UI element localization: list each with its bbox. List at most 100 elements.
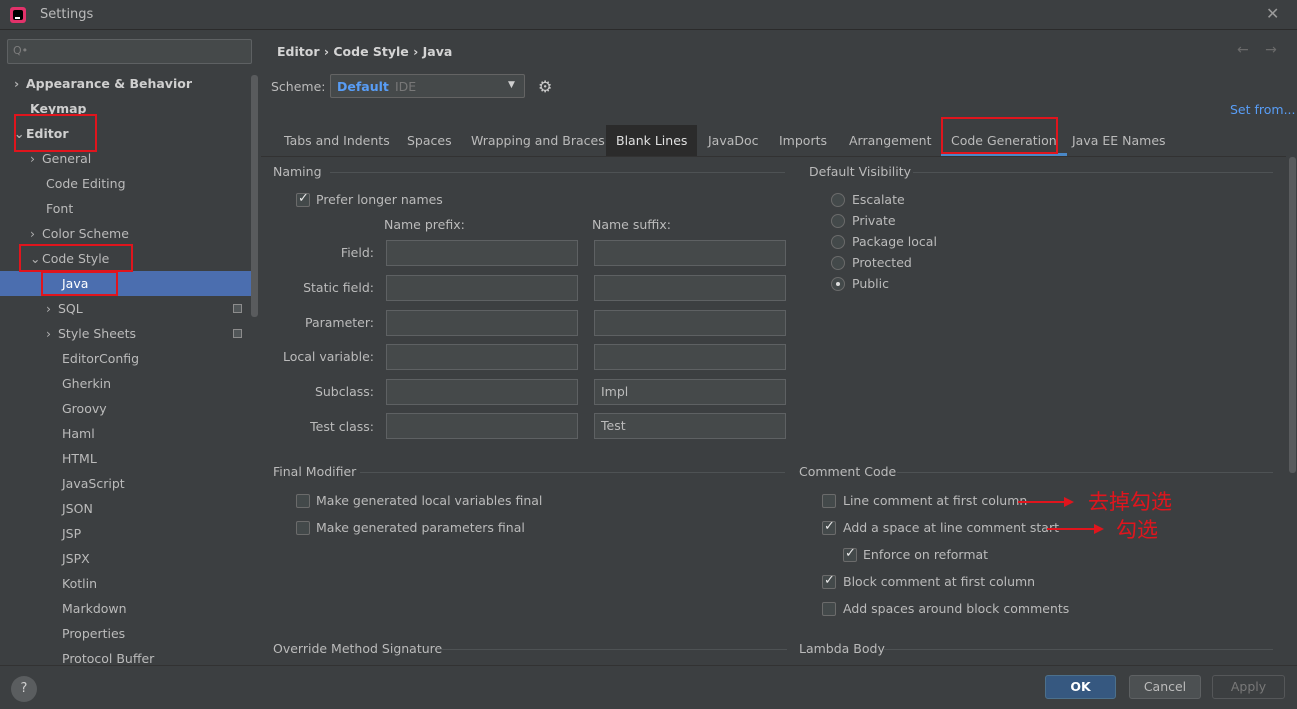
static-field-label: Static field: bbox=[303, 280, 374, 295]
sidebar-item-jsp[interactable]: JSP bbox=[0, 521, 259, 546]
tab-code-generation[interactable]: Code Generation bbox=[941, 125, 1067, 156]
visibility-escalate-label: Escalate bbox=[852, 192, 905, 207]
local-variable-prefix-input[interactable] bbox=[386, 344, 578, 370]
name-suffix-header: Name suffix: bbox=[592, 217, 671, 232]
annotation-arrowhead bbox=[1064, 497, 1074, 507]
sidebar-item-java[interactable]: Java bbox=[0, 271, 251, 296]
subclass-suffix-input[interactable]: Impl bbox=[594, 379, 786, 405]
sidebar-item-properties[interactable]: Properties bbox=[0, 621, 259, 646]
subclass-label: Subclass: bbox=[314, 384, 374, 399]
scheme-label: Scheme: bbox=[271, 79, 326, 94]
chevron-down-icon: ⌄ bbox=[30, 251, 41, 266]
sidebar-scrollbar[interactable] bbox=[251, 75, 258, 317]
sidebar-item-keymap[interactable]: Keymap bbox=[0, 96, 259, 121]
content-scrollbar[interactable] bbox=[1289, 157, 1296, 473]
sidebar-item-code-style[interactable]: ⌄ Code Style bbox=[0, 246, 259, 271]
sidebar-item-kotlin[interactable]: Kotlin bbox=[0, 571, 259, 596]
sidebar-item-markdown[interactable]: Markdown bbox=[0, 596, 259, 621]
parameter-label: Parameter: bbox=[304, 315, 374, 330]
field-suffix-input[interactable] bbox=[594, 240, 786, 266]
divider bbox=[437, 649, 787, 650]
divider bbox=[897, 472, 1273, 473]
add-space-line-comment-checkbox[interactable] bbox=[822, 519, 836, 535]
sidebar-item-general[interactable]: › General bbox=[0, 146, 259, 171]
ok-button[interactable]: OK bbox=[1045, 675, 1116, 699]
final-local-variables-checkbox[interactable] bbox=[296, 494, 310, 508]
set-from-link[interactable]: Set from... bbox=[1230, 102, 1296, 117]
divider bbox=[884, 649, 1273, 650]
close-icon[interactable]: ✕ bbox=[1266, 4, 1279, 23]
sidebar-item-javascript[interactable]: JavaScript bbox=[0, 471, 259, 496]
static-field-prefix-input[interactable] bbox=[386, 275, 578, 301]
line-comment-first-column-label: Line comment at first column bbox=[843, 493, 1028, 508]
visibility-public-label: Public bbox=[852, 276, 889, 291]
tab-tabs-and-indents[interactable]: Tabs and Indents bbox=[274, 125, 400, 156]
field-prefix-input[interactable] bbox=[386, 240, 578, 266]
scheme-dropdown[interactable]: Default IDE ▼ bbox=[330, 74, 525, 98]
tab-imports[interactable]: Imports bbox=[769, 125, 837, 156]
sidebar-item-color-scheme[interactable]: › Color Scheme bbox=[0, 221, 259, 246]
enforce-on-reformat-checkbox[interactable] bbox=[843, 546, 857, 562]
test-class-prefix-input[interactable] bbox=[386, 413, 578, 439]
tab-arrangement[interactable]: Arrangement bbox=[839, 125, 942, 156]
window-title: Settings bbox=[40, 7, 94, 22]
prefer-longer-names-checkbox[interactable] bbox=[296, 191, 310, 207]
project-scope-icon bbox=[233, 304, 242, 313]
visibility-protected-radio[interactable] bbox=[831, 256, 845, 270]
tab-java-ee-names[interactable]: Java EE Names bbox=[1062, 125, 1176, 156]
parameter-suffix-input[interactable] bbox=[594, 310, 786, 336]
cancel-button[interactable]: Cancel bbox=[1129, 675, 1201, 699]
sidebar-item-code-editing[interactable]: Code Editing bbox=[0, 171, 259, 196]
field-label: Field: bbox=[340, 245, 374, 260]
tab-spaces[interactable]: Spaces bbox=[397, 125, 462, 156]
sidebar-item-appearance-behavior[interactable]: › Appearance & Behavior bbox=[0, 71, 259, 96]
sidebar-item-jspx[interactable]: JSPX bbox=[0, 546, 259, 571]
final-parameters-checkbox[interactable] bbox=[296, 521, 310, 535]
chevron-down-icon: ⌄ bbox=[14, 126, 25, 141]
visibility-escalate-radio[interactable] bbox=[831, 193, 845, 207]
chevron-right-icon: › bbox=[30, 226, 35, 241]
test-class-label: Test class: bbox=[310, 419, 374, 434]
parameter-prefix-input[interactable] bbox=[386, 310, 578, 336]
tab-javadoc[interactable]: JavaDoc bbox=[698, 125, 769, 156]
sidebar-item-editor[interactable]: ⌄ Editor bbox=[0, 121, 259, 146]
visibility-package-local-radio[interactable] bbox=[831, 235, 845, 249]
subclass-prefix-input[interactable] bbox=[386, 379, 578, 405]
section-title-naming: Naming bbox=[273, 164, 322, 179]
chevron-right-icon: › bbox=[30, 151, 35, 166]
final-parameters-label: Make generated parameters final bbox=[316, 520, 525, 535]
spaces-around-block-comments-checkbox[interactable] bbox=[822, 602, 836, 616]
section-title-comment-code: Comment Code bbox=[799, 464, 897, 479]
section-title-override-method: Override Method Signature bbox=[273, 641, 443, 656]
sidebar-item-json[interactable]: JSON bbox=[0, 496, 259, 521]
sidebar-item-groovy[interactable]: Groovy bbox=[0, 396, 259, 421]
apply-button[interactable]: Apply bbox=[1212, 675, 1285, 699]
help-button[interactable]: ? bbox=[11, 676, 37, 702]
block-comment-first-column-checkbox[interactable] bbox=[822, 573, 836, 589]
sidebar-item-editorconfig[interactable]: EditorConfig bbox=[0, 346, 259, 371]
test-class-suffix-input[interactable]: Test bbox=[594, 413, 786, 439]
tab-wrapping-and-braces[interactable]: Wrapping and Braces bbox=[461, 125, 615, 156]
divider bbox=[330, 172, 785, 173]
sidebar-item-html[interactable]: HTML bbox=[0, 446, 259, 471]
visibility-private-radio[interactable] bbox=[831, 214, 845, 228]
static-field-suffix-input[interactable] bbox=[594, 275, 786, 301]
visibility-public-radio[interactable] bbox=[831, 277, 845, 291]
tab-blank-lines[interactable]: Blank Lines bbox=[606, 125, 698, 156]
sidebar-item-font[interactable]: Font bbox=[0, 196, 259, 221]
settings-search-input[interactable]: Q• bbox=[7, 39, 252, 64]
prefer-longer-names-label: Prefer longer names bbox=[316, 192, 443, 207]
sidebar-item-haml[interactable]: Haml bbox=[0, 421, 259, 446]
final-local-variables-label: Make generated local variables final bbox=[316, 493, 543, 508]
back-forward-arrows[interactable]: ← → bbox=[1237, 42, 1283, 58]
sidebar-item-sql[interactable]: › SQL bbox=[0, 296, 259, 321]
search-icon: Q• bbox=[13, 44, 29, 57]
local-variable-suffix-input[interactable] bbox=[594, 344, 786, 370]
gear-icon[interactable]: ⚙ bbox=[538, 77, 552, 96]
project-scope-icon bbox=[233, 329, 242, 338]
visibility-package-local-label: Package local bbox=[852, 234, 937, 249]
sidebar-item-gherkin[interactable]: Gherkin bbox=[0, 371, 259, 396]
sidebar-item-style-sheets[interactable]: › Style Sheets bbox=[0, 321, 259, 346]
line-comment-first-column-checkbox[interactable] bbox=[822, 494, 836, 508]
dropdown-arrow-icon: ▼ bbox=[508, 80, 515, 90]
